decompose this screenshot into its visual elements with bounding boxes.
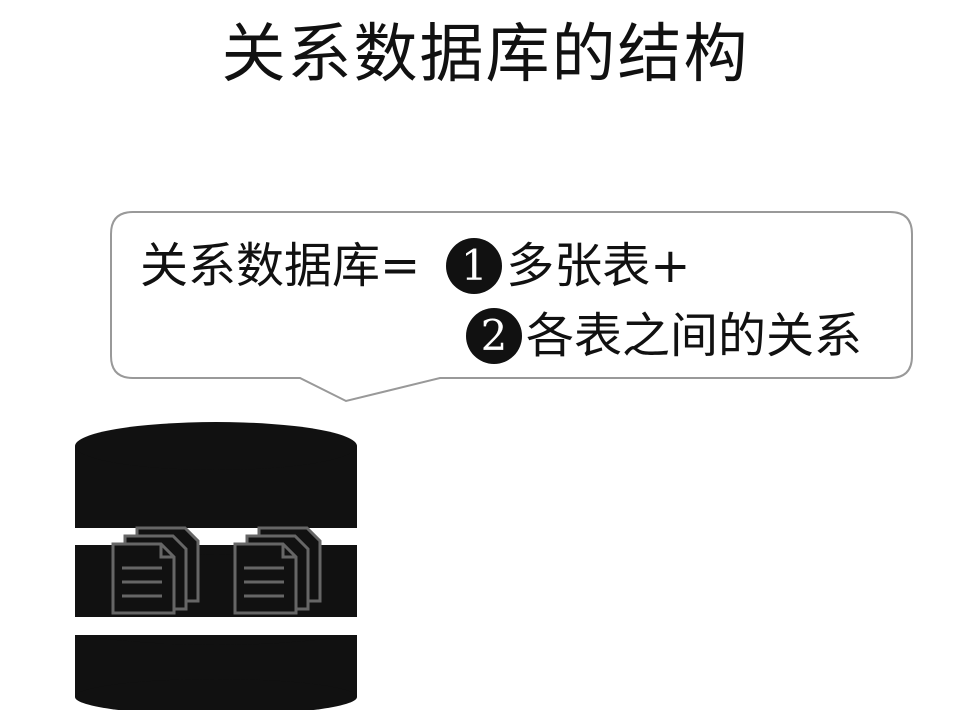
database-icon — [75, 422, 357, 710]
documents-icon — [111, 526, 200, 615]
documents-icon — [233, 526, 322, 615]
